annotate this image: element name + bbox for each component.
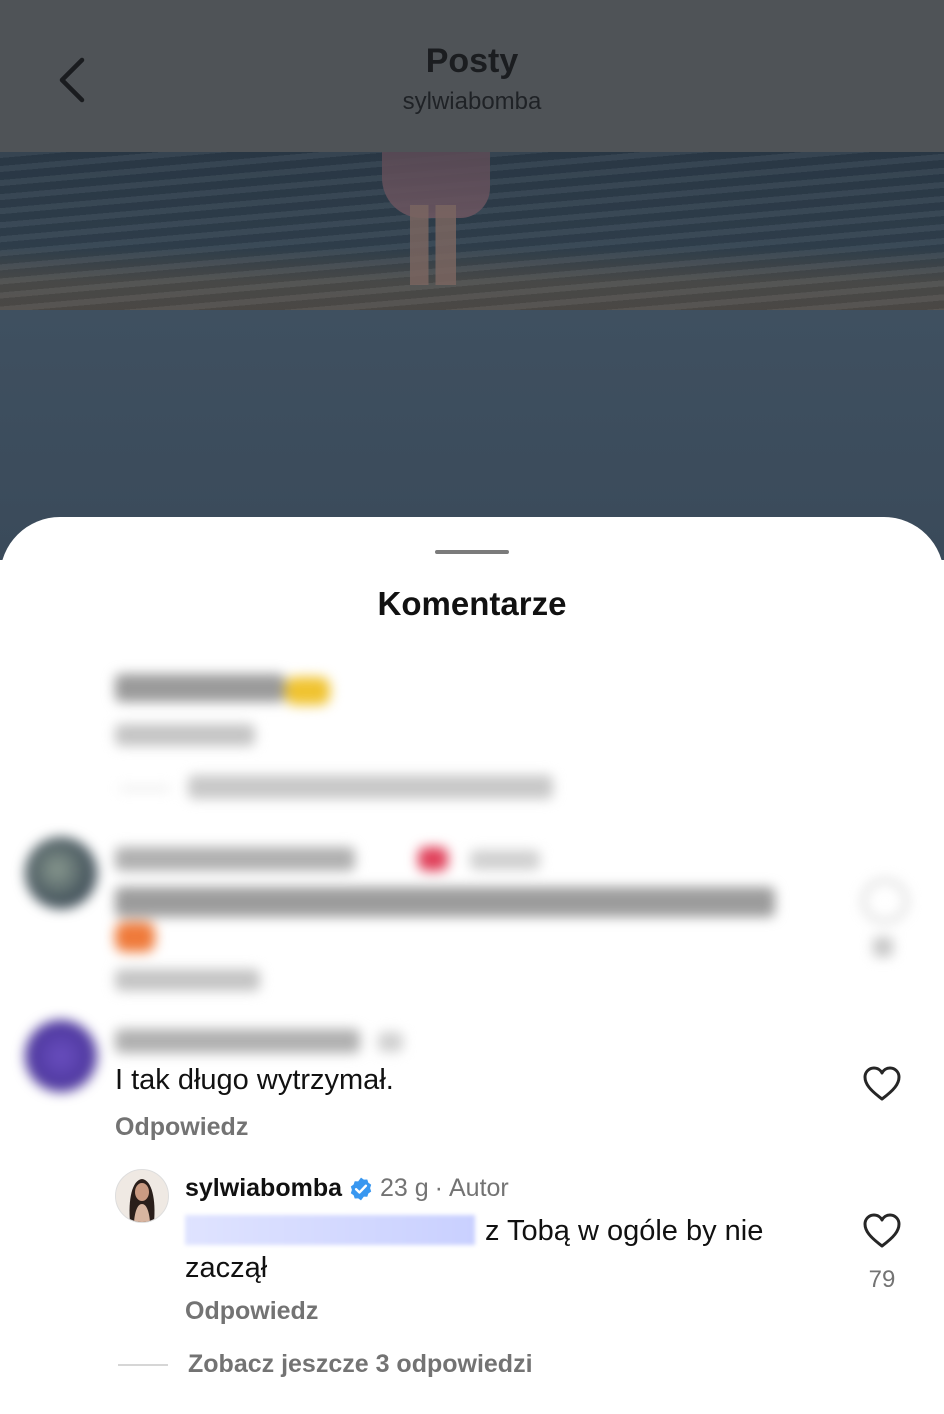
verified-badge-icon bbox=[350, 1177, 372, 1200]
comments-sheet: Komentarze I tak długo wytrzymał. Odpowi… bbox=[0, 517, 944, 1414]
redacted-icon bbox=[862, 879, 908, 923]
author-reply-header: sylwiabomba 23 g · Autor bbox=[185, 1174, 509, 1203]
redacted-text-line bbox=[115, 847, 355, 871]
author-reply-text-block: z Tobą w ogóle by nie zaczął bbox=[185, 1213, 825, 1287]
reply-timestamp: 23 g bbox=[380, 1174, 429, 1202]
redacted-text-line bbox=[120, 787, 170, 790]
page-title: Posty bbox=[425, 42, 519, 80]
redacted-text-line bbox=[115, 969, 260, 991]
redacted-text-line bbox=[188, 775, 553, 799]
redacted-text-line bbox=[873, 937, 893, 957]
reply-button[interactable]: Odpowiedz bbox=[115, 1113, 248, 1142]
author-avatar-photo bbox=[116, 1170, 168, 1222]
heart-outline-icon[interactable] bbox=[862, 1065, 902, 1103]
redacted-emoji bbox=[115, 922, 155, 952]
sheet-title: Komentarze bbox=[377, 585, 567, 622]
photo-figure-legs bbox=[410, 205, 456, 285]
view-more-replies-button[interactable]: Zobacz jeszcze 3 odpowiedzi bbox=[188, 1350, 533, 1379]
comment-text: I tak długo wytrzymał. bbox=[115, 1064, 394, 1096]
like-count: 79 bbox=[868, 1266, 896, 1293]
avatar[interactable] bbox=[25, 837, 97, 909]
redacted-text-line bbox=[115, 1029, 360, 1053]
redacted-emoji bbox=[418, 847, 448, 871]
redacted-text-line bbox=[470, 850, 540, 870]
redacted-emoji bbox=[285, 677, 330, 705]
redacted-text-line bbox=[115, 887, 775, 917]
sheet-drag-handle[interactable] bbox=[435, 550, 509, 554]
top-header: Posty sylwiabomba bbox=[0, 0, 944, 152]
author-username[interactable]: sylwiabomba bbox=[185, 1174, 342, 1203]
author-avatar[interactable] bbox=[115, 1169, 169, 1223]
redacted-text-line bbox=[115, 674, 285, 702]
heart-outline-icon[interactable] bbox=[862, 1212, 902, 1250]
redacted-text-line bbox=[378, 1032, 403, 1052]
more-replies-line bbox=[118, 1364, 168, 1366]
author-badge: Autor bbox=[449, 1174, 509, 1202]
meta-separator: · bbox=[434, 1174, 443, 1202]
avatar[interactable] bbox=[25, 1020, 97, 1092]
redacted-text-line bbox=[115, 724, 255, 746]
redacted-mention[interactable] bbox=[185, 1215, 475, 1245]
reply-button[interactable]: Odpowiedz bbox=[185, 1297, 318, 1326]
page-subtitle-username[interactable]: sylwiabomba bbox=[0, 88, 944, 116]
